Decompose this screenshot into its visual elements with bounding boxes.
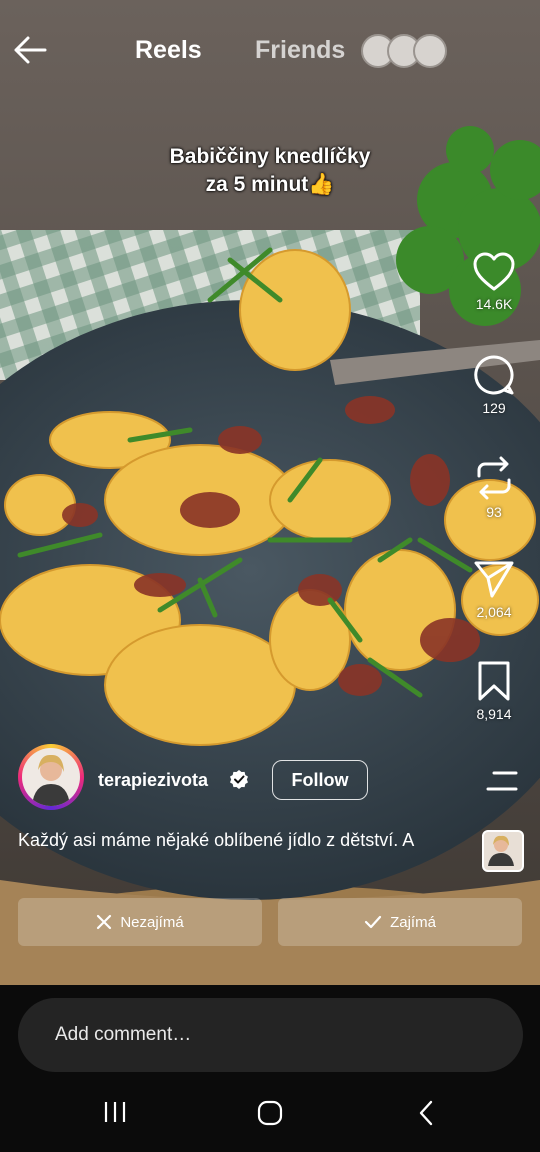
repost-icon	[477, 456, 511, 500]
comment-placeholder: Add comment…	[55, 1024, 192, 1045]
comment-count: 129	[482, 400, 506, 416]
bottom-area: Add comment…	[0, 985, 540, 1152]
like-button[interactable]: 14.6K	[464, 252, 524, 312]
post-description[interactable]: Každý asi máme nějaké oblíbené jídlo z d…	[18, 830, 468, 851]
share-count: 2,064	[476, 604, 512, 620]
comment-bubble-icon	[474, 355, 514, 395]
heart-icon	[473, 252, 515, 291]
tab-friends[interactable]: Friends	[255, 36, 345, 65]
share-button[interactable]: 2,064	[464, 558, 524, 620]
video-caption: Babiččiny knedlíčky za 5 minut👍	[0, 143, 540, 199]
reel-video[interactable]: Reels Friends Babiččiny knedlíčky za 5 m…	[0, 0, 540, 985]
not-interested-label: Nezajímá	[120, 913, 184, 931]
comment-button[interactable]: 129	[464, 354, 524, 416]
bookmark-icon	[478, 661, 510, 701]
username[interactable]: terapiezivota	[98, 770, 208, 791]
repost-button[interactable]: 93	[464, 456, 524, 520]
interested-label: Zajímá	[390, 913, 436, 931]
arrow-left-icon[interactable]	[12, 34, 48, 66]
save-count: 8,914	[476, 706, 512, 722]
recent-apps-icon[interactable]	[102, 1099, 128, 1130]
like-count: 14.6K	[475, 296, 513, 312]
more-options-icon[interactable]	[486, 770, 518, 792]
send-icon	[474, 561, 514, 598]
save-button[interactable]: 8,914	[464, 660, 524, 722]
avatar[interactable]	[18, 744, 84, 810]
tab-reels[interactable]: Reels	[135, 36, 202, 65]
not-interested-button[interactable]: Nezajímá	[18, 898, 262, 946]
interested-button[interactable]: Zajímá	[278, 898, 522, 946]
audio-thumbnail[interactable]	[482, 830, 524, 872]
follow-button[interactable]: Follow	[272, 760, 368, 800]
check-icon	[364, 915, 382, 929]
back-icon[interactable]	[416, 1099, 436, 1132]
verified-badge-icon	[229, 769, 249, 789]
close-icon	[97, 914, 112, 930]
reels-header: Reels Friends	[0, 22, 540, 80]
caption-line-2: za 5 minut👍	[205, 173, 335, 196]
author-row: terapiezivota Follow	[18, 744, 378, 812]
home-icon[interactable]	[256, 1099, 284, 1132]
repost-count: 93	[486, 504, 502, 520]
system-navigation-bar	[0, 1085, 540, 1145]
caption-line-1: Babiččiny knedlíčky	[169, 145, 371, 168]
friends-avatars[interactable]	[361, 34, 447, 68]
comment-input[interactable]: Add comment…	[18, 998, 523, 1072]
